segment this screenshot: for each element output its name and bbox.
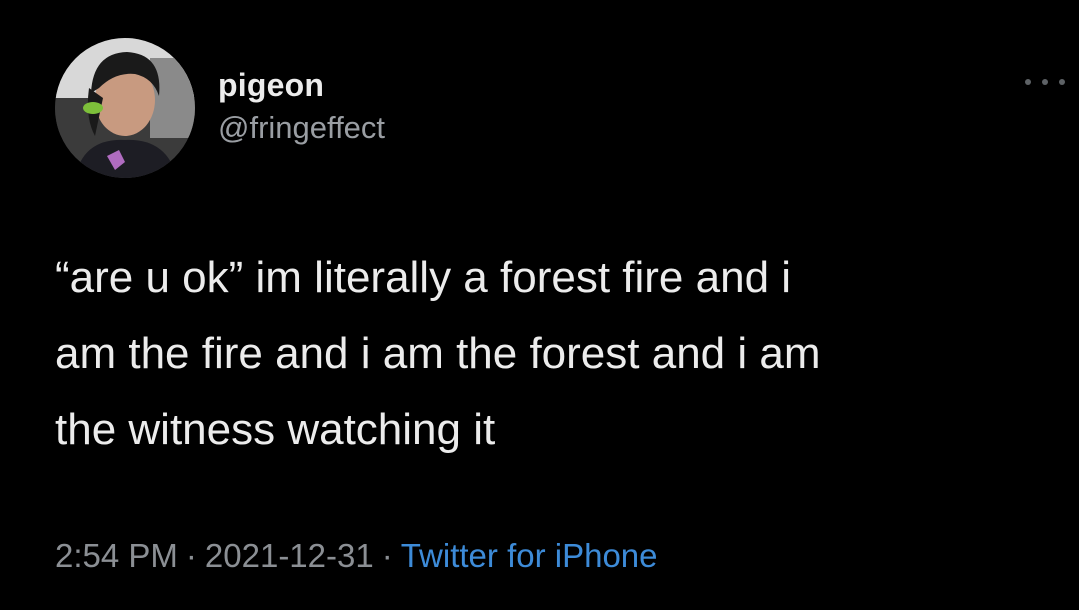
tweet-card: pigeon @fringeffect “are u ok” im litera…	[0, 0, 1079, 610]
separator: ·	[185, 537, 197, 574]
dot	[1025, 79, 1031, 85]
user-names: pigeon @fringeffect	[218, 66, 385, 148]
tweet-meta: 2:54 PM · 2021-12-31 · Twitter for iPhone	[55, 532, 658, 580]
display-name[interactable]: pigeon	[218, 66, 385, 104]
more-dots-icon[interactable]	[1025, 76, 1065, 88]
avatar-image	[55, 38, 195, 178]
tweet-date[interactable]: 2021-12-31	[205, 537, 374, 574]
dot	[1042, 79, 1048, 85]
avatar[interactable]	[55, 38, 195, 178]
separator: ·	[381, 537, 393, 574]
tweet-text: “are u ok” im literally a forest fire an…	[55, 253, 821, 454]
tweet-time[interactable]: 2:54 PM	[55, 537, 178, 574]
dot	[1059, 79, 1065, 85]
tweet-header: pigeon @fringeffect	[55, 38, 1065, 178]
user-handle[interactable]: @fringeffect	[218, 108, 385, 148]
tweet-source-link[interactable]: Twitter for iPhone	[401, 537, 658, 574]
